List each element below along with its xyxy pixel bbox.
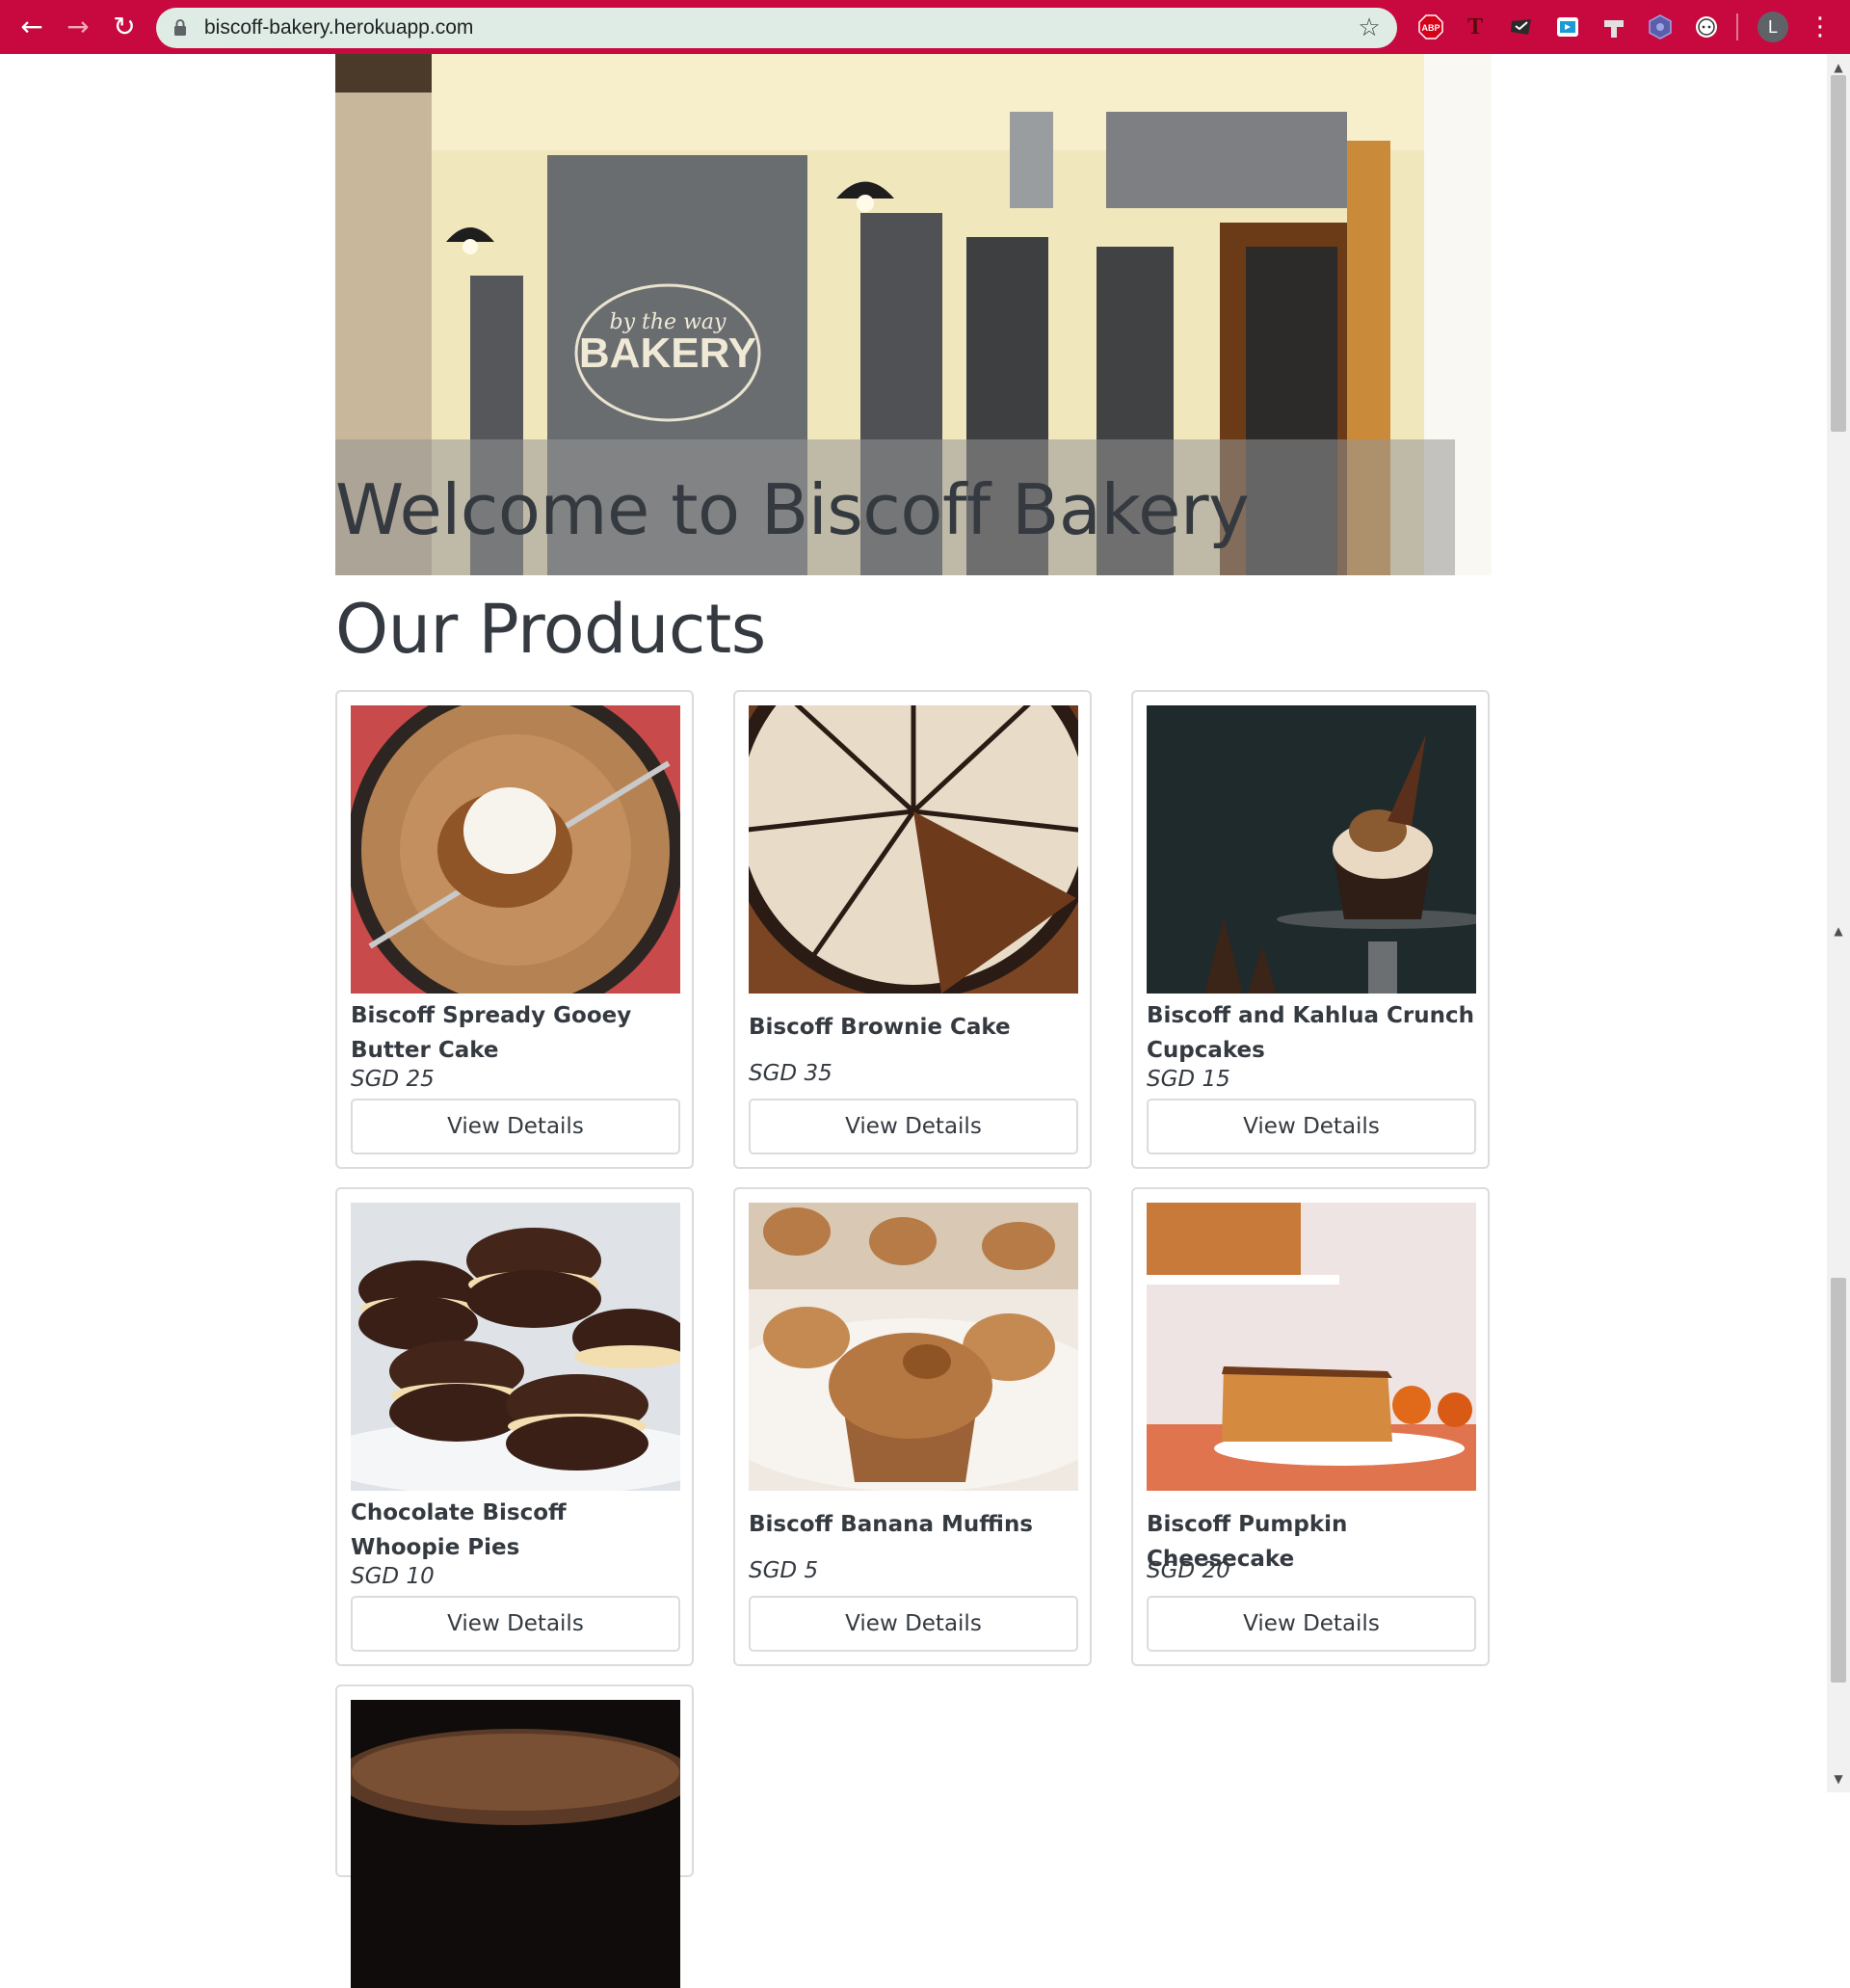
lock-icon xyxy=(174,19,186,36)
product-name: Biscoff and Kahlua Crunch Cupcakes xyxy=(1147,1003,1475,1063)
scroll-thumb[interactable] xyxy=(1831,75,1846,432)
hexagon-glyph xyxy=(1649,14,1672,40)
product-image xyxy=(351,705,680,994)
brownie-cake-photo xyxy=(749,705,1078,994)
view-details-button[interactable]: View Details xyxy=(749,1596,1078,1652)
product-card: Biscoff and Kahlua Crunch Cupcakes SGD 1… xyxy=(1131,690,1490,1169)
product-card: Biscoff Brownie Cake SGD 35 View Details xyxy=(733,690,1092,1169)
scroll-mid-arrow-icon: ▲ xyxy=(1834,924,1843,938)
product-price: SGD 20 xyxy=(1147,1558,1230,1583)
url-text[interactable]: biscoff-bakery.herokuapp.com xyxy=(204,8,473,48)
screencast-icon[interactable] xyxy=(1553,13,1582,41)
sign-main-text: BAKERY xyxy=(579,330,756,377)
scroll-thumb-secondary[interactable] xyxy=(1831,1278,1846,1683)
toolbar-divider xyxy=(1736,13,1738,40)
view-details-button[interactable]: View Details xyxy=(749,1099,1078,1154)
back-arrow-icon[interactable]: ← xyxy=(13,9,50,45)
kahlua-cupcake-photo xyxy=(1147,705,1476,994)
reload-icon[interactable]: ↻ xyxy=(106,9,143,45)
product-name: Chocolate Biscoff Whoopie Pies xyxy=(351,1500,567,1560)
product-name: Biscoff Banana Muffins xyxy=(749,1512,1034,1537)
view-details-button[interactable]: View Details xyxy=(1147,1099,1476,1154)
whoopie-pies-photo xyxy=(351,1203,680,1491)
pin-glyph xyxy=(1604,20,1624,38)
hero-banner: by the way BAKERY Welcome to Biscoff Bak… xyxy=(335,54,1492,575)
hexagon-extension-icon[interactable] xyxy=(1646,13,1675,41)
screencast-glyph xyxy=(1557,17,1578,37)
product-card xyxy=(335,1684,694,1988)
pumpkin-cheesecake-photo xyxy=(1147,1203,1476,1491)
address-bar[interactable]: biscoff-bakery.herokuapp.com ☆ xyxy=(156,8,1397,48)
product-price: SGD 15 xyxy=(1147,1067,1230,1092)
product-card: Biscoff Pumpkin Cheesecake SGD 20 View D… xyxy=(1131,1187,1490,1666)
todoist-icon[interactable] xyxy=(1507,13,1536,41)
products-section-title: Our Products xyxy=(335,590,766,669)
product-price: SGD 35 xyxy=(749,1061,832,1086)
product-price: SGD 5 xyxy=(749,1558,819,1583)
hero-title: Welcome to Biscoff Bakery xyxy=(335,469,1250,550)
devtools-glyph xyxy=(1696,16,1717,38)
product-name: Biscoff Spready Gooey Butter Cake xyxy=(351,1003,632,1063)
scroll-up-arrow-icon[interactable]: ▲ xyxy=(1827,58,1850,77)
adblock-plus-icon[interactable]: ABP xyxy=(1416,13,1445,41)
todoist-glyph xyxy=(1511,19,1531,35)
product-card: Chocolate Biscoff Whoopie Pies SGD 10 Vi… xyxy=(335,1187,694,1666)
view-details-button[interactable]: View Details xyxy=(351,1099,680,1154)
devtools-extension-icon[interactable] xyxy=(1692,13,1721,41)
product-card: Biscoff Spready Gooey Butter Cake SGD 25… xyxy=(335,690,694,1169)
gooey-butter-cake-photo xyxy=(351,705,680,994)
scroll-down-arrow-icon[interactable]: ▼ xyxy=(1827,1769,1850,1789)
product-image xyxy=(1147,1203,1476,1491)
product-image xyxy=(1147,705,1476,994)
product-name: Biscoff Brownie Cake xyxy=(749,1015,1011,1040)
banana-muffins-photo xyxy=(749,1203,1078,1491)
product-image xyxy=(749,705,1078,994)
page-scrollbar[interactable]: ▲ ▲ ▼ xyxy=(1827,54,1850,1792)
browser-menu-icon[interactable]: ⋮ xyxy=(1808,10,1833,44)
browser-toolbar: ← → ↻ biscoff-bakery.herokuapp.com ☆ ABP… xyxy=(0,0,1850,54)
view-details-button[interactable]: View Details xyxy=(1147,1596,1476,1652)
t-extension-label: T xyxy=(1467,14,1483,40)
text-extension-icon[interactable]: T xyxy=(1461,13,1490,41)
product-card: Biscoff Banana Muffins SGD 5 View Detail… xyxy=(733,1187,1092,1666)
profile-avatar[interactable]: L xyxy=(1758,12,1788,42)
view-details-button[interactable]: View Details xyxy=(351,1596,680,1652)
product-image xyxy=(749,1203,1078,1491)
product-image xyxy=(351,1203,680,1491)
page-container: by the way BAKERY Welcome to Biscoff Bak… xyxy=(335,54,1492,1988)
product-price: SGD 10 xyxy=(351,1564,435,1589)
pin-extension-icon[interactable] xyxy=(1599,13,1628,41)
bookmark-star-icon[interactable]: ☆ xyxy=(1355,13,1384,42)
abp-label: ABP xyxy=(1421,23,1440,33)
product-image xyxy=(351,1700,680,1988)
forward-arrow-icon[interactable]: → xyxy=(60,9,96,45)
chocolate-cake-photo xyxy=(351,1700,680,1988)
product-price: SGD 25 xyxy=(351,1067,435,1092)
adblock-octagon: ABP xyxy=(1418,14,1443,40)
